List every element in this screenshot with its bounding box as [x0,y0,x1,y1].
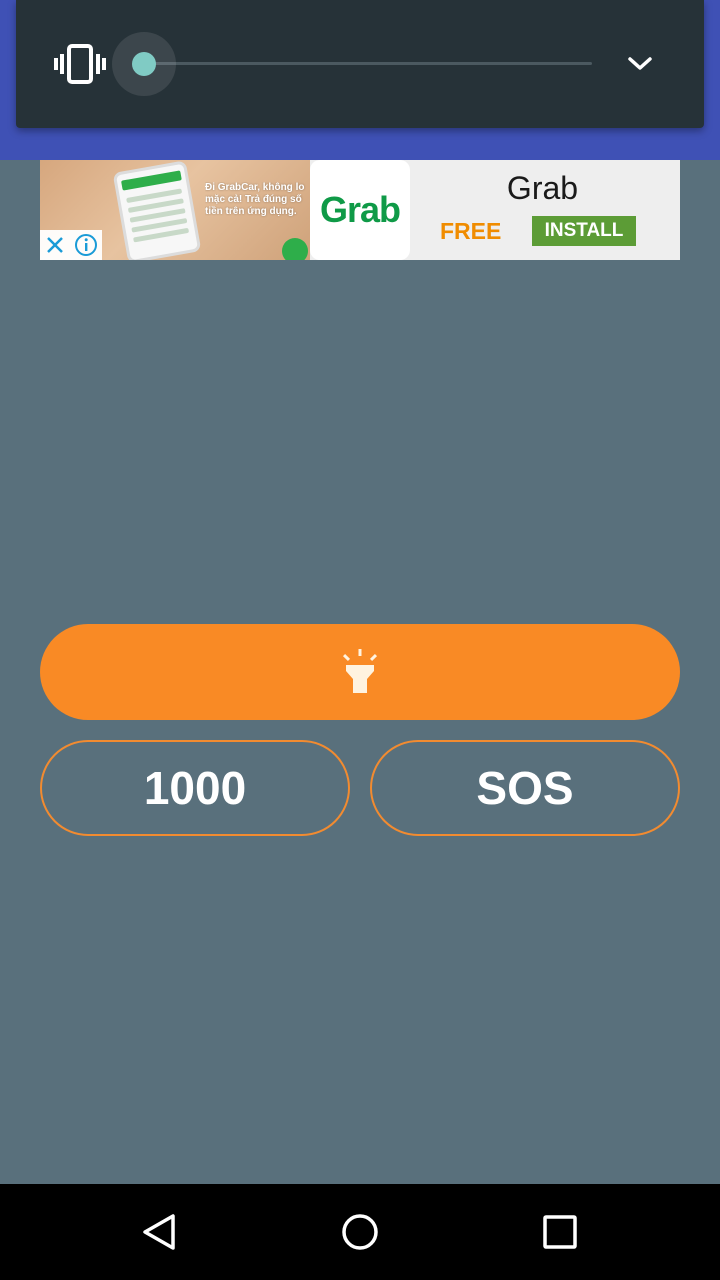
sos-button[interactable]: SOS [370,740,680,836]
flashlight-button[interactable] [40,624,680,720]
info-icon[interactable] [70,230,102,260]
car-icon [282,238,308,260]
grab-logo-text: Grab [319,189,401,230]
chevron-down-icon[interactable] [620,44,660,84]
volume-slider[interactable] [112,30,592,98]
flashlight-icon [342,649,378,693]
ad-title[interactable]: Grab [460,170,625,207]
close-icon[interactable] [40,230,70,260]
ad-banner[interactable]: Đi GrabCar, không lo mặc cả! Trả đúng số… [40,160,680,260]
ad-copy-line: tiền trên ứng dụng. [205,206,297,217]
ad-copy-line: mặc cả! Trả đúng số [205,194,302,205]
strobe-1000-button[interactable]: 1000 [40,740,350,836]
recents-icon[interactable] [536,1208,584,1256]
slider-track [144,62,592,65]
install-button[interactable]: INSTALL [532,216,636,246]
slider-thumb[interactable] [132,52,156,76]
ad-copy: Đi GrabCar, không lo mặc cả! Trả đúng số… [205,182,315,218]
ad-copy-line: Đi GrabCar, không lo [205,182,305,193]
home-icon[interactable] [336,1208,384,1256]
grab-logo[interactable]: Grab [310,160,410,260]
back-icon[interactable] [136,1208,184,1256]
navigation-bar [0,1184,720,1280]
volume-panel [16,0,704,128]
ad-phone-graphic [112,160,202,260]
ad-price: FREE [440,218,502,244]
vibrate-icon[interactable] [54,44,106,84]
